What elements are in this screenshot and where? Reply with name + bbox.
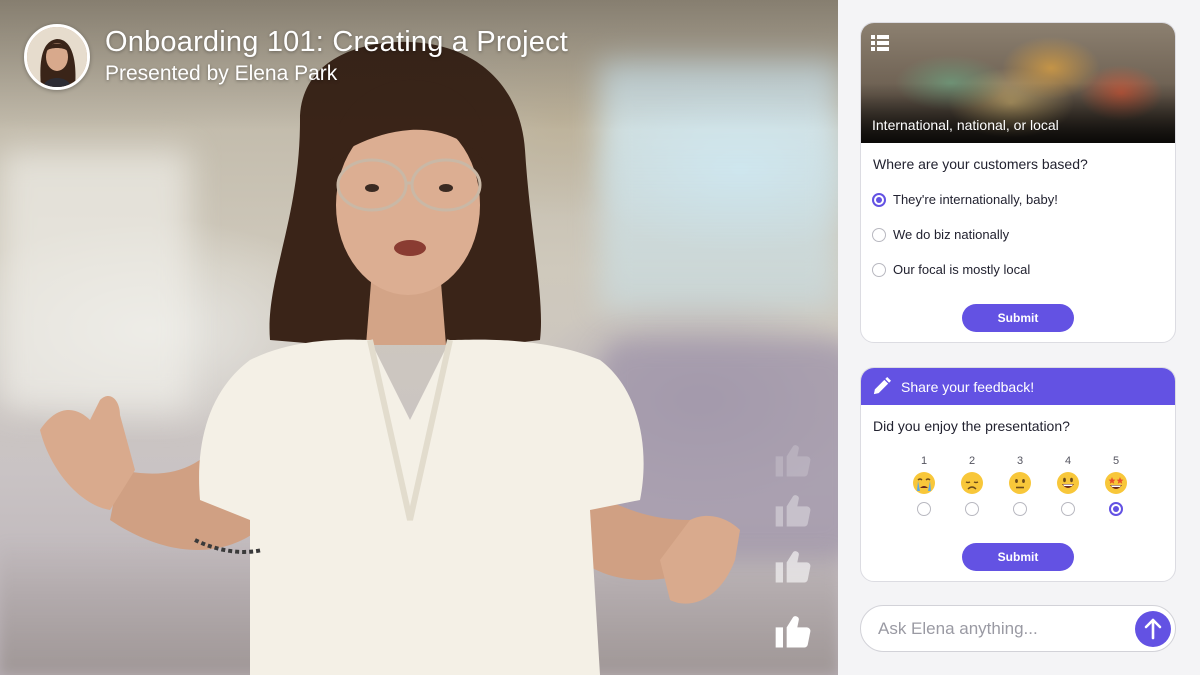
rating-radio[interactable]: [1013, 502, 1027, 516]
poll-option-label: They're internationally, baby!: [893, 192, 1058, 207]
thumbs-up-icon: [772, 438, 816, 482]
rating-number: 4: [1064, 455, 1072, 467]
poll-option-radio[interactable]: [872, 262, 886, 277]
feedback-question: Did you enjoy the presentation?: [873, 418, 1070, 434]
poll-option-local[interactable]: Our focal is mostly local: [872, 262, 1030, 277]
rating-radio[interactable]: [1061, 502, 1075, 516]
poll-option-radio[interactable]: [872, 227, 886, 242]
rating-number: 1: [920, 455, 928, 467]
ask-input[interactable]: [878, 615, 1128, 643]
rating-option-2[interactable]: 2: [960, 454, 984, 516]
presentation-title: Onboarding 101: Creating a Project: [105, 26, 569, 58]
poll-option-label: Our focal is mostly local: [893, 262, 1031, 277]
rating-radio[interactable]: [917, 502, 931, 516]
rating-number: 2: [968, 455, 976, 467]
poll-option-national[interactable]: We do biz nationally: [872, 227, 1009, 242]
poll-card: International, national, or local Where …: [860, 22, 1176, 343]
rating-option-4[interactable]: 4: [1056, 454, 1080, 516]
rating-radio[interactable]: [965, 502, 979, 516]
presenter-avatar: [24, 24, 90, 90]
feedback-header: Share your feedback!: [861, 368, 1175, 405]
poll-hero-image: International, national, or local: [861, 23, 1175, 143]
pencil-icon: [873, 377, 891, 395]
arrow-up-icon: [1144, 618, 1162, 640]
thumbs-up-icon: [772, 544, 816, 588]
presentation-video[interactable]: Onboarding 101: Creating a Project Prese…: [0, 0, 838, 675]
poll-submit-button[interactable]: Submit: [962, 304, 1074, 332]
smiling-face-icon: [1056, 471, 1080, 495]
feedback-submit-button[interactable]: Submit: [962, 543, 1074, 571]
ask-question-box: [860, 605, 1176, 652]
rating-option-5[interactable]: 5: [1104, 454, 1128, 516]
rating-radio[interactable]: [1109, 502, 1123, 516]
crying-face-icon: [912, 471, 936, 495]
feedback-card: Share your feedback! Did you enjoy the p…: [860, 367, 1176, 582]
poll-option-radio[interactable]: [872, 192, 886, 207]
rating-option-3[interactable]: 3: [1008, 454, 1032, 516]
feedback-title: Share your feedback!: [901, 378, 1035, 395]
thumbs-up-reaction-button[interactable]: [772, 609, 816, 653]
rating-number: 3: [1016, 455, 1024, 467]
disappointed-face-icon: [960, 471, 984, 495]
thumbs-up-icon: [775, 616, 811, 648]
presenter-name: Presented by Elena Park: [105, 62, 338, 85]
thumbs-up-icon: [772, 488, 816, 532]
rating-option-1[interactable]: 1: [912, 454, 936, 516]
rating-number: 5: [1112, 455, 1120, 467]
hero-shade: [861, 83, 1175, 143]
send-button[interactable]: [1135, 611, 1171, 647]
poll-option-label: We do biz nationally: [893, 227, 1010, 242]
poll-question: Where are your customers based?: [873, 156, 1088, 172]
interaction-panel: International, national, or local Where …: [838, 0, 1200, 675]
star-struck-face-icon: [1104, 471, 1128, 495]
poll-option-international[interactable]: They're internationally, baby!: [872, 192, 1058, 207]
list-icon: [871, 35, 889, 51]
neutral-face-icon: [1008, 471, 1032, 495]
poll-caption: International, national, or local: [872, 117, 1059, 133]
